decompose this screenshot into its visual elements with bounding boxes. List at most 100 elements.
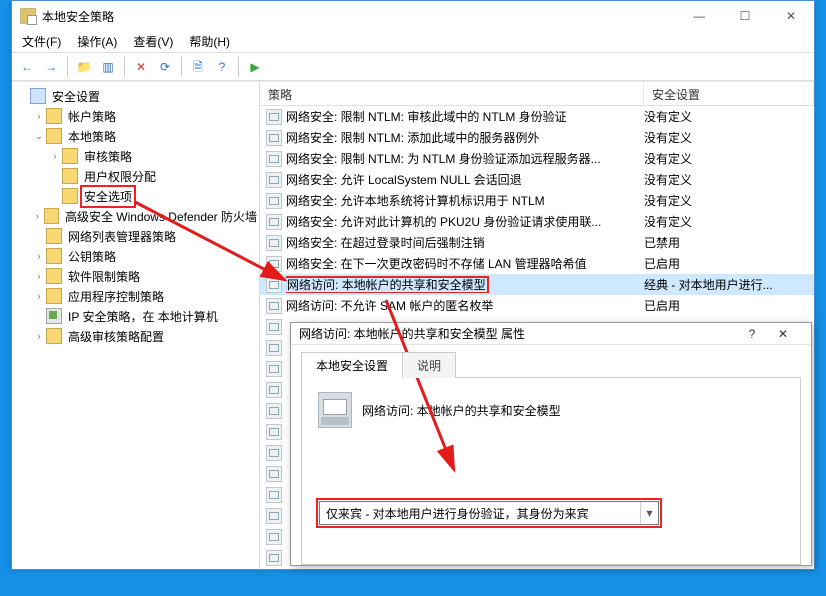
dialog-help-button[interactable]: ? [741,327,763,341]
policy-row[interactable]: 网络安全: 限制 NTLM: 添加此域中的服务器例外没有定义 [260,127,814,148]
policy-row[interactable]: 网络访问: 本地帐户的共享和安全模型经典 - 对本地用户进行... [260,274,814,295]
expander-icon[interactable]: › [32,329,46,343]
policy-row[interactable]: 网络安全: 在下一次更改密码时不存储 LAN 管理器哈希值已启用 [260,253,814,274]
policy-row[interactable]: 网络访问: 不允许 SAM 帐户的匿名枚举已启用 [260,295,814,316]
window-buttons: — ☐ ✕ [676,1,814,31]
tab-pane: 网络访问: 本地帐户的共享和安全模型 仅来宾 - 对本地用户进行身份验证，其身份… [301,377,801,565]
window-title: 本地安全策略 [42,8,676,25]
tree-item-label: 帐户策略 [66,107,118,126]
expander-icon[interactable] [48,189,62,203]
policy-icon [266,403,282,419]
expander-icon[interactable] [48,169,62,183]
policy-setting: 已启用 [644,297,814,314]
tree-item[interactable]: › 公钥策略 [16,246,259,266]
policy-setting: 没有定义 [644,192,814,209]
tb-up[interactable]: 📁 [73,56,95,78]
tb-help[interactable]: ? [211,56,233,78]
menu-action[interactable]: 操作(A) [71,31,123,52]
expander-icon[interactable]: › [32,269,46,283]
policy-icon [266,550,282,566]
policy-name: 网络安全: 限制 NTLM: 为 NTLM 身份验证添加远程服务器... [286,150,644,167]
dialog-tabs: 本地安全设置 说明 [301,351,801,377]
folder-icon [62,148,78,164]
tree-item[interactable]: ›应用程序控制策略 [16,286,259,306]
folder-icon [46,268,62,284]
chevron-down-icon[interactable]: ▾ [640,502,658,524]
policy-icon [266,529,282,545]
dialog-titlebar[interactable]: 网络访问: 本地帐户的共享和安全模型 属性 ? ✕ [291,323,811,345]
tree-item[interactable]: ›软件限制策略 [16,266,259,286]
menu-help[interactable]: 帮助(H) [183,31,236,52]
policy-setting: 没有定义 [644,171,814,188]
expander-icon[interactable]: › [32,249,46,263]
nav-tree[interactable]: 安全设置 › 帐户策略⌄本地策略 › 审核策略用户权限分配安全选项›高级安全 Wind… [12,82,260,569]
minimize-button[interactable]: — [676,1,722,31]
policy-row[interactable]: 网络安全: 允许对此计算机的 PKU2U 身份验证请求使用联...没有定义 [260,211,814,232]
policy-icon [266,466,282,482]
tree-item[interactable]: › 审核策略 [16,146,259,166]
tree-item[interactable]: › 高级审核策略配置 [16,326,259,346]
titlebar[interactable]: 本地安全策略 — ☐ ✕ [12,1,814,31]
policy-icon [266,424,282,440]
policy-row[interactable]: 网络安全: 允许 LocalSystem NULL 会话回退没有定义 [260,169,814,190]
tb-play[interactable]: ▶ [244,56,266,78]
expander-icon[interactable] [16,89,30,103]
col-setting[interactable]: 安全设置 [644,82,814,105]
policy-row[interactable]: 网络安全: 在超过登录时间后强制注销已禁用 [260,232,814,253]
tb-export[interactable]: 🗎 [187,56,209,78]
tree-item[interactable]: › 帐户策略 [16,106,259,126]
tree-item[interactable]: ⌄本地策略 [16,126,259,146]
tree-item-label: 公钥策略 [66,247,118,266]
col-policy[interactable]: 策略 [260,82,644,105]
tb-back[interactable]: ← [16,56,38,78]
expander-icon[interactable]: › [48,149,62,163]
tab-explain[interactable]: 说明 [402,352,456,378]
tb-forward[interactable]: → [40,56,62,78]
tree-item[interactable]: 网络列表管理器策略 [16,226,259,246]
tab-local-security[interactable]: 本地安全设置 [301,352,403,378]
tree-item-label: 审核策略 [82,147,134,166]
tree-root[interactable]: 安全设置 [16,86,259,106]
policy-setting: 经典 - 对本地用户进行... [644,276,814,293]
expander-icon[interactable]: › [31,209,44,223]
tree-item[interactable]: ›高级安全 Windows Defender 防火墙 [16,206,259,226]
tb-showhide[interactable]: ▥ [97,56,119,78]
shield-icon [30,88,46,104]
policy-icon [266,277,282,293]
expander-icon[interactable]: ⌄ [32,129,46,143]
folder-icon [46,128,62,144]
folder-icon [62,168,78,184]
menu-file[interactable]: 文件(F) [16,31,67,52]
policy-name: 网络安全: 允许本地系统将计算机标识用于 NTLM [286,192,644,209]
tb-refresh[interactable]: ⟳ [154,56,176,78]
policy-icon [266,319,282,335]
expander-icon[interactable] [32,309,46,323]
dialog-body: 本地安全设置 说明 网络访问: 本地帐户的共享和安全模型 仅来宾 - 对本地用户… [291,345,811,565]
policy-icon [266,340,282,356]
policy-name: 网络安全: 在下一次更改密码时不存储 LAN 管理器哈希值 [286,255,644,272]
policy-row[interactable]: 网络安全: 允许本地系统将计算机标识用于 NTLM没有定义 [260,190,814,211]
folder-icon [46,228,62,244]
policy-name: 网络安全: 限制 NTLM: 添加此域中的服务器例外 [286,129,644,146]
policy-icon [266,130,282,146]
policy-icon [266,109,282,125]
close-button[interactable]: ✕ [768,1,814,31]
policy-name: 网络安全: 在超过登录时间后强制注销 [286,234,644,251]
tb-delete[interactable]: ✕ [130,56,152,78]
dialog-close-button[interactable]: ✕ [763,323,803,344]
maximize-button[interactable]: ☐ [722,1,768,31]
tree-item[interactable]: 用户权限分配 [16,166,259,186]
tree-item-label: 安全选项 [82,187,134,206]
policy-name: 网络访问: 不允许 SAM 帐户的匿名枚举 [286,297,644,314]
tree-item[interactable]: IP 安全策略，在 本地计算机 [16,306,259,326]
tree-item-label: 高级审核策略配置 [66,327,166,346]
policy-row[interactable]: 网络安全: 限制 NTLM: 审核此域中的 NTLM 身份验证没有定义 [260,106,814,127]
sharing-model-combo[interactable]: 仅来宾 - 对本地用户进行身份验证，其身份为来宾 ▾ [319,501,659,525]
policy-row[interactable]: 网络安全: 限制 NTLM: 为 NTLM 身份验证添加远程服务器...没有定义 [260,148,814,169]
expander-icon[interactable]: › [32,109,46,123]
tree-item[interactable]: 安全选项 [16,186,259,206]
expander-icon[interactable]: › [32,289,46,303]
menu-view[interactable]: 查看(V) [127,31,179,52]
combo-value: 仅来宾 - 对本地用户进行身份验证，其身份为来宾 [326,505,640,522]
expander-icon[interactable] [32,229,46,243]
